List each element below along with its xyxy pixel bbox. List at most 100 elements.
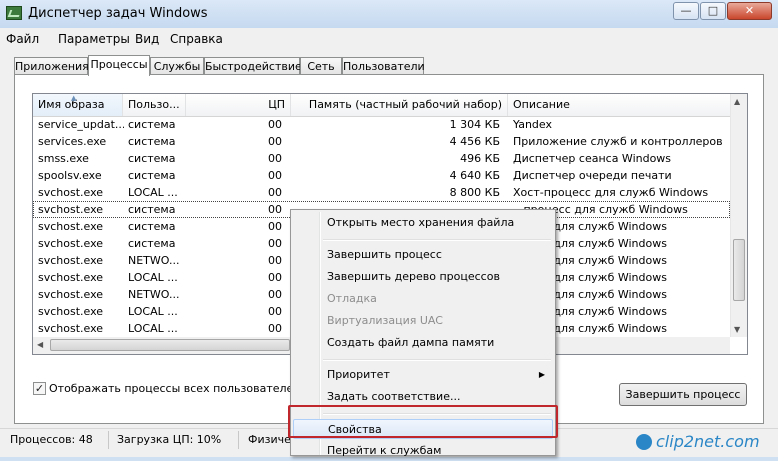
vertical-scroll-thumb[interactable] [733, 239, 745, 301]
menu-separator [323, 239, 551, 241]
table-row[interactable]: smss.exe система 00 496 КБ Диспетчер сеанса … [33, 150, 730, 167]
tab-network[interactable]: Сеть [300, 57, 342, 75]
cell-cpu: 00 [268, 118, 282, 131]
context-menu-item[interactable]: Перейти к службам [293, 441, 553, 461]
show-all-users-label[interactable]: Отображать процессы всех пользователей [49, 382, 300, 395]
cell-cpu: 00 [268, 237, 282, 250]
status-cpu: Загрузка ЦП: 10% [117, 433, 222, 446]
cell-image-name: svchost.exe [38, 254, 104, 267]
scroll-up-icon[interactable]: ▲ [734, 97, 740, 106]
context-menu-item[interactable]: Создать файл дампа памяти [293, 333, 553, 353]
cell-description: Yandex [513, 118, 552, 131]
cell-image-name: svchost.exe [38, 271, 104, 284]
cell-memory: 8 800 КБ [449, 186, 500, 199]
context-menu-item: Отладка [293, 289, 553, 309]
status-separator [238, 431, 239, 449]
cell-image-name: service_updat... [38, 118, 124, 131]
close-button[interactable]: ✕ [727, 2, 772, 20]
context-menu-item[interactable]: Открыть место хранения файла [293, 213, 553, 233]
cell-cpu: 00 [268, 288, 282, 301]
tab-performance[interactable]: Быстродействие [204, 57, 302, 75]
cell-image-name: smss.exe [38, 152, 89, 165]
scroll-left-icon[interactable]: ◀ [37, 340, 43, 349]
menu-file[interactable]: Файл [6, 32, 39, 46]
minimize-button[interactable]: — [673, 2, 699, 20]
table-row[interactable]: services.exe система 00 4 456 КБ Приложение … [33, 133, 730, 150]
context-menu-item[interactable]: Приоритет ▶ [293, 365, 553, 385]
horizontal-scroll-thumb[interactable] [50, 339, 290, 351]
context-menu-item-label: Приоритет [327, 368, 390, 381]
cell-user: LOCAL ... [128, 322, 178, 335]
title-bar[interactable]: Диспетчер задач Windows — □ ✕ [0, 0, 778, 28]
cell-description: Приложение служб и контроллеров [513, 135, 723, 148]
cell-image-name: svchost.exe [38, 237, 104, 250]
tab-services[interactable]: Службы [150, 57, 204, 75]
cell-image-name: svchost.exe [38, 220, 104, 233]
tab-users[interactable]: Пользователи [342, 57, 425, 75]
col-image-name[interactable]: ▲ Имя образа [33, 94, 123, 116]
context-menu-item-label: Завершить процесс [327, 248, 442, 261]
cell-cpu: 00 [268, 254, 282, 267]
tab-applications[interactable]: Приложения [14, 57, 89, 75]
cell-user: система [128, 152, 176, 165]
cell-user: система [128, 220, 176, 233]
sort-ascending-icon: ▲ [71, 94, 77, 102]
cell-cpu: 00 [268, 271, 282, 284]
show-all-users-checkbox[interactable]: ✓ [33, 382, 46, 395]
context-menu-item-label: Задать соответствие... [327, 390, 461, 403]
table-row[interactable]: svchost.exe LOCAL ... 00 8 800 КБ Хост-проце… [33, 184, 730, 201]
cell-description: Диспетчер очереди печати [513, 169, 672, 182]
status-separator [108, 431, 109, 449]
task-manager-window: Диспетчер задач Windows — □ ✕ Файл Парам… [0, 0, 778, 457]
col-cpu[interactable]: ЦП [186, 94, 291, 116]
cell-cpu: 00 [268, 305, 282, 318]
cell-image-name: svchost.exe [38, 186, 104, 199]
context-menu-item[interactable]: Завершить дерево процессов [293, 267, 553, 287]
context-menu-item: Виртуализация UAC [293, 311, 553, 331]
menu-separator [323, 359, 551, 361]
context-menu-item-label: Отладка [327, 292, 377, 305]
table-row[interactable]: service_updat... система 00 1 304 КБ Yandex [33, 116, 730, 133]
cell-user: система [128, 135, 176, 148]
col-description[interactable]: Описание [508, 94, 730, 116]
cell-user: система [128, 169, 176, 182]
scroll-down-icon[interactable]: ▼ [734, 325, 740, 334]
menu-bar: Файл Параметры Вид Справка [0, 28, 778, 50]
column-header-row: ▲ Имя образа Пользо... ЦП Память (частны… [33, 94, 730, 117]
cell-user: NETWO... [128, 288, 180, 301]
cell-user: система [128, 203, 176, 216]
cell-description: Хост-процесс для служб Windows [513, 186, 709, 199]
menu-help[interactable]: Справка [170, 32, 223, 46]
cell-cpu: 00 [268, 135, 282, 148]
window-title: Диспетчер задач Windows [28, 6, 208, 21]
cell-image-name: svchost.exe [38, 203, 104, 216]
maximize-button[interactable]: □ [700, 2, 726, 20]
table-row[interactable]: spoolsv.exe система 00 4 640 КБ Диспетчер оч… [33, 167, 730, 184]
cell-cpu: 00 [268, 186, 282, 199]
cell-cpu: 00 [268, 203, 282, 216]
cell-image-name: services.exe [38, 135, 107, 148]
tab-processes[interactable]: Процессы [88, 55, 150, 76]
cell-user: LOCAL ... [128, 305, 178, 318]
context-menu-item-label: Виртуализация UAC [327, 314, 443, 327]
cell-cpu: 00 [268, 322, 282, 335]
vertical-scrollbar[interactable]: ▲ ▼ [730, 94, 747, 337]
menu-view[interactable]: Вид [135, 32, 159, 46]
context-menu-item-label: Завершить дерево процессов [327, 270, 500, 283]
status-processes: Процессов: 48 [10, 433, 93, 446]
cell-memory: 4 640 КБ [449, 169, 500, 182]
cell-image-name: spoolsv.exe [38, 169, 102, 182]
cell-user: система [128, 237, 176, 250]
menu-options[interactable]: Параметры [58, 32, 130, 46]
context-menu-item[interactable]: Завершить процесс [293, 245, 553, 265]
end-process-button[interactable]: Завершить процесс [619, 383, 747, 406]
cell-description: Диспетчер сеанса Windows [513, 152, 672, 165]
col-user[interactable]: Пользо... [123, 94, 186, 116]
col-memory[interactable]: Память (частный рабочий набор) [291, 94, 508, 116]
cell-cpu: 00 [268, 152, 282, 165]
context-menu-item-label: Открыть место хранения файла [327, 216, 515, 229]
context-menu-item-label: Перейти к службам [327, 444, 442, 457]
context-menu-item[interactable]: Задать соответствие... [293, 387, 553, 407]
cell-user: система [128, 118, 176, 131]
cell-user: NETWO... [128, 254, 180, 267]
